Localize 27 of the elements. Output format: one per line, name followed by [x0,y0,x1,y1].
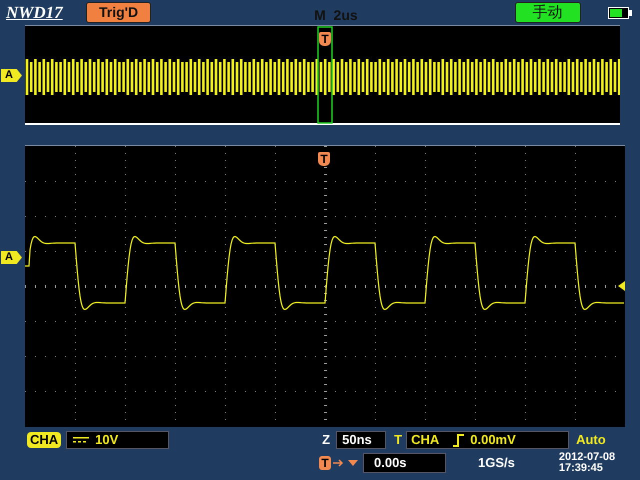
channel-label[interactable]: CHA [27,432,62,448]
trigger-level-icon [618,281,625,291]
position-marker: T [319,456,331,470]
zoom-window[interactable] [317,26,333,124]
trigger-level: 0.00mV [470,431,516,450]
arrow-icon [333,458,359,468]
channel-marker: A [1,69,22,82]
trigger-mode: Auto [576,431,606,450]
trigger-source: CHA [411,431,440,450]
channel-marker: A [1,251,22,264]
zoom-label: Z [322,431,330,450]
channel-scale: 10V [95,431,118,450]
mode-button[interactable]: 手动 [514,2,581,23]
brand-logo: NWD17 [6,2,64,24]
zoom-timebase: 50ns [336,431,386,449]
time-text: 17:39:45 [558,463,604,474]
timebase-readout: M 2us [314,6,358,25]
trigger-position-field: 0.00s [363,453,446,473]
battery-icon [608,6,632,18]
trigger-label: T [394,431,402,450]
trigger-marker[interactable]: T [319,32,331,46]
sample-rate: 1GS/s [478,454,515,472]
date-text: 2012-07-08 [558,452,616,463]
trigger-marker[interactable]: T [318,152,330,166]
rising-edge-icon [453,434,466,446]
trigger-status: Trig'D [86,2,152,23]
dc-coupling-icon [73,436,92,444]
